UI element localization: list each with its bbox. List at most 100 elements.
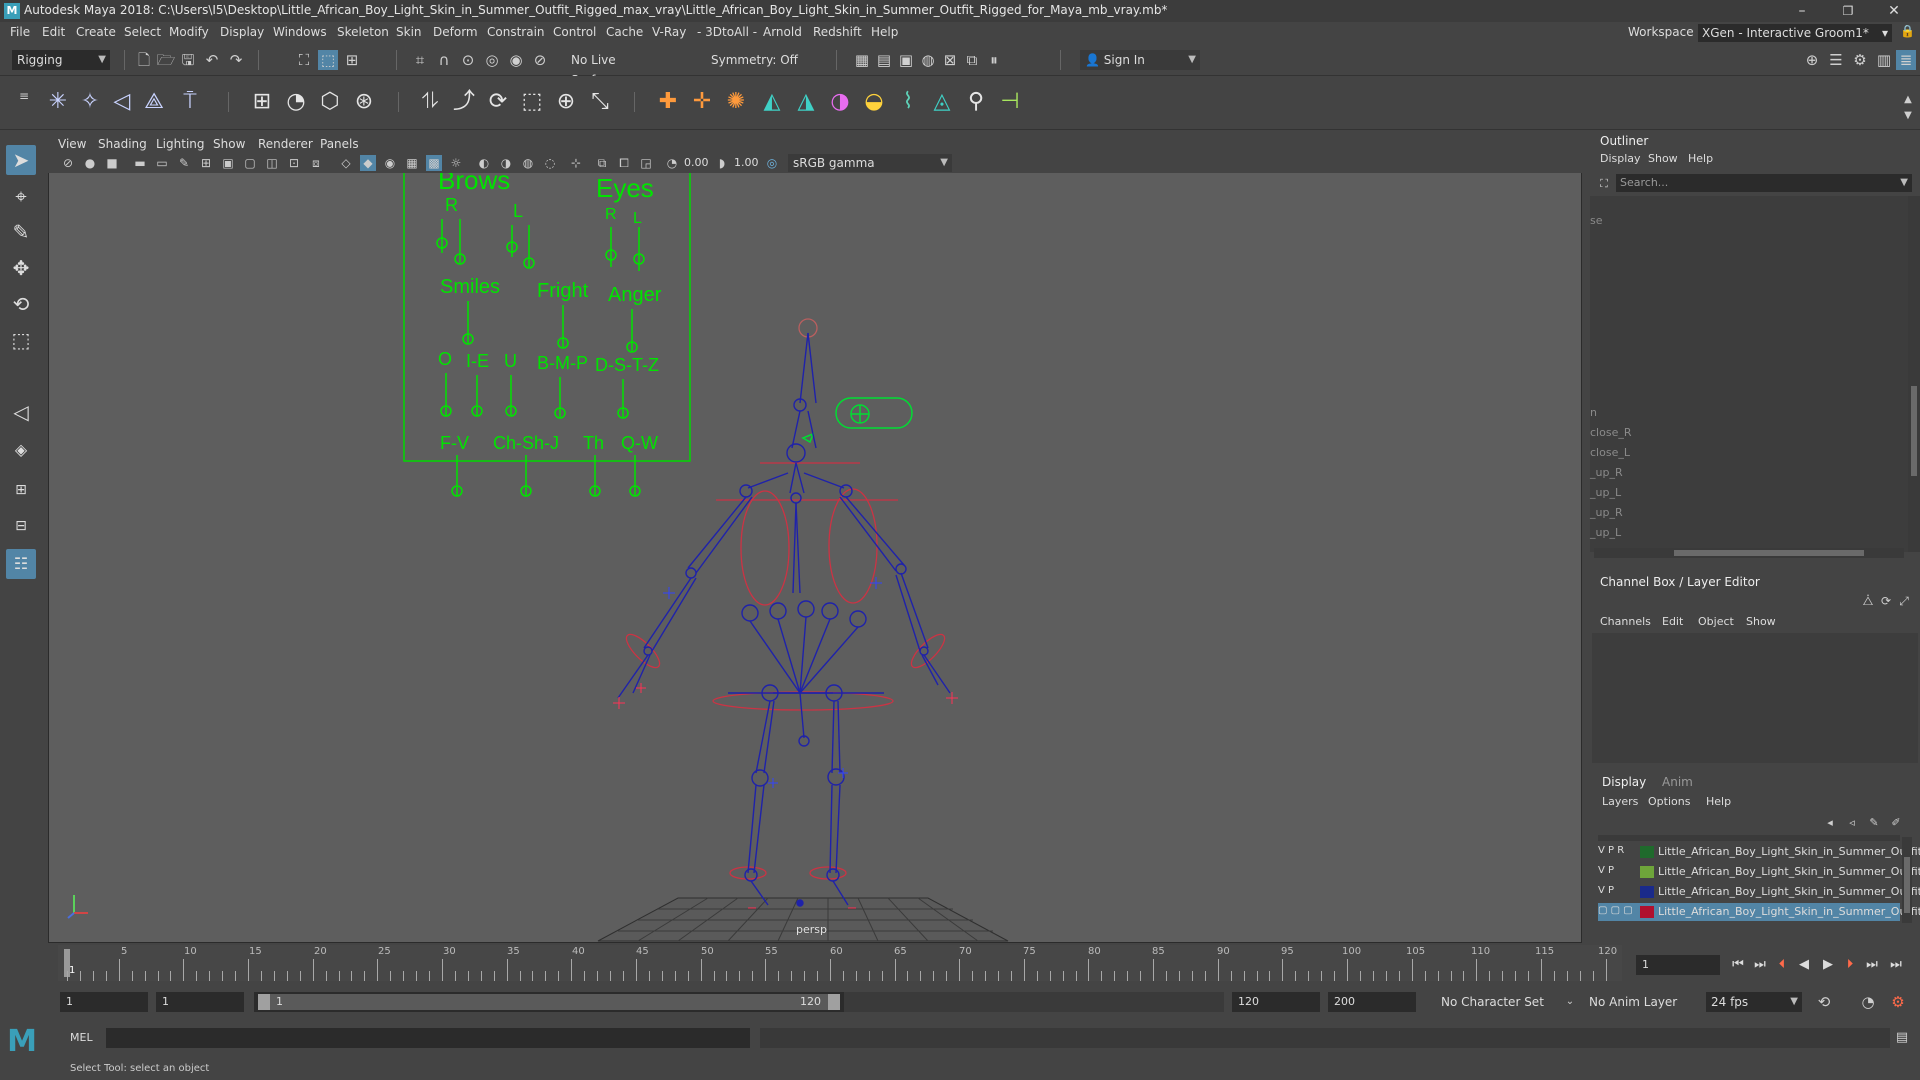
- animation-end-field[interactable]: 200: [1328, 992, 1416, 1012]
- layer-name[interactable]: Little_African_Boy_Light_Skin_in_Summer_…: [1658, 885, 1920, 898]
- outliner-list[interactable]: se n close_R close_L _up_R _up_L _up_R _…: [1590, 196, 1908, 552]
- select-object-icon[interactable]: ⬚: [318, 50, 338, 70]
- menu-arnold[interactable]: Arnold: [763, 25, 802, 39]
- new-layer-selected-icon[interactable]: ✎: [1864, 813, 1884, 833]
- menuset-dropdown[interactable]: Rigging ▼: [12, 50, 110, 70]
- two-view-layout-icon[interactable]: ⊟: [6, 511, 36, 541]
- menu-file[interactable]: File: [10, 25, 30, 39]
- menu-select[interactable]: Select: [124, 25, 161, 39]
- motion-blur-icon[interactable]: ◍: [520, 155, 536, 171]
- image-plane-icon[interactable]: ▬: [132, 155, 148, 171]
- select-hierarchy-icon[interactable]: ⛶: [294, 50, 314, 70]
- hik-custom-rig-icon[interactable]: ◬: [928, 88, 956, 116]
- minimize-button[interactable]: –: [1780, 0, 1824, 22]
- hik-character-icon[interactable]: ✛: [688, 88, 716, 116]
- xray-icon[interactable]: ▩: [426, 155, 442, 171]
- viewport-menu-view[interactable]: View: [58, 137, 86, 151]
- modeling-toolkit-icon[interactable]: ⊕: [1802, 50, 1822, 70]
- menu-skeleton[interactable]: Skeleton: [337, 25, 389, 39]
- exposure-value[interactable]: 0.00: [684, 155, 709, 171]
- loop-icon[interactable]: ⟲: [1814, 992, 1834, 1012]
- viewport-menu-shading[interactable]: Shading: [98, 137, 147, 151]
- anim-layer-dropdown[interactable]: No Anim Layer: [1584, 992, 1696, 1012]
- outliner-layout-icon[interactable]: ☷: [6, 549, 36, 579]
- snap-view-icon[interactable]: ◎: [482, 50, 502, 70]
- menu-constrain[interactable]: Constrain: [487, 25, 545, 39]
- channel-box-icon-a[interactable]: ⧊: [1858, 591, 1878, 611]
- time-slider[interactable]: 1 5 10 15 20 25 30 35 40 45 50 55 60 65 …: [48, 945, 1622, 981]
- sculpt-deformer-icon[interactable]: ◒: [860, 88, 888, 116]
- outliner-item[interactable]: _up_L: [1590, 486, 1621, 499]
- outliner-horizontal-scrollbar[interactable]: [1594, 548, 1904, 558]
- menu-create[interactable]: Create: [76, 25, 116, 39]
- four-view-layout-icon[interactable]: ⊞: [6, 475, 36, 505]
- snap-surface-icon[interactable]: ◉: [506, 50, 526, 70]
- last-tool-icon[interactable]: ◁: [6, 397, 36, 427]
- animation-preferences-icon[interactable]: ⚙: [1888, 992, 1908, 1012]
- layer-color-swatch[interactable]: [1640, 866, 1654, 878]
- menu-redshift[interactable]: Redshift: [813, 25, 862, 39]
- fps-dropdown[interactable]: 24 fps ▼: [1706, 992, 1802, 1012]
- gamma-value[interactable]: 1.00: [734, 155, 759, 171]
- textured-icon[interactable]: ▦: [404, 155, 420, 171]
- viewport-scene[interactable]: persp Brows Eyes R L R L Smiles Fright A…: [48, 173, 1582, 943]
- exposure-icon[interactable]: ◔: [664, 155, 680, 171]
- channel-list[interactable]: [1592, 633, 1918, 763]
- snap-point-icon[interactable]: ⊙: [458, 50, 478, 70]
- tab-anim[interactable]: Anim: [1662, 775, 1693, 789]
- script-editor-icon[interactable]: ▤: [1892, 1028, 1912, 1048]
- step-forward-frame-icon[interactable]: ⏵: [1840, 955, 1860, 975]
- move-tool-icon[interactable]: ✥: [6, 253, 36, 283]
- range-slider[interactable]: 1 120: [254, 992, 844, 1012]
- menu-skin[interactable]: Skin: [396, 25, 422, 39]
- sign-in-dropdown[interactable]: 👤 Sign In ▼: [1080, 50, 1200, 70]
- two-d-pan-icon[interactable]: ▭: [154, 155, 170, 171]
- symmetry-dropdown[interactable]: Symmetry: Off: [706, 50, 806, 70]
- point-constraint-icon[interactable]: ⤴: [450, 88, 478, 116]
- isolate-select-icon[interactable]: ◌: [542, 155, 558, 171]
- viewport-menu-renderer[interactable]: Renderer: [258, 137, 313, 151]
- dof-icon[interactable]: ⧠: [616, 155, 632, 171]
- paint-weights-icon[interactable]: ◔: [282, 88, 310, 116]
- render-frame-icon[interactable]: ▦: [852, 50, 872, 70]
- field-chart-icon[interactable]: ⊡: [286, 155, 302, 171]
- rotate-tool-icon[interactable]: ⟲: [6, 289, 36, 319]
- paint-select-tool-icon[interactable]: ✎: [6, 217, 36, 247]
- command-language-label[interactable]: MEL: [70, 1031, 93, 1044]
- layer-flags[interactable]: V P: [1598, 865, 1630, 876]
- xray-joints-icon[interactable]: ⊹: [568, 155, 584, 171]
- layer-name[interactable]: Little_African_Boy_Light_Skin_in_Summer_…: [1658, 845, 1920, 858]
- outliner-item[interactable]: _up_R: [1590, 466, 1623, 479]
- redo-icon[interactable]: ↷: [226, 50, 246, 70]
- joint-bones[interactable]: [617, 332, 951, 907]
- new-layer-icon[interactable]: ✐: [1886, 813, 1906, 833]
- bookmark-icon[interactable]: ■: [104, 155, 120, 171]
- outliner-menu-show[interactable]: Show: [1648, 152, 1678, 165]
- menu-help[interactable]: Help: [871, 25, 898, 39]
- hypershade-icon[interactable]: ⊠: [940, 50, 960, 70]
- tab-display[interactable]: Display: [1602, 775, 1646, 789]
- menu-modify[interactable]: Modify: [169, 25, 209, 39]
- rig-controls-red[interactable]: [622, 318, 949, 880]
- hik-definition-icon[interactable]: ◮: [792, 88, 820, 116]
- viewport-menu-panels[interactable]: Panels: [320, 137, 359, 151]
- command-input[interactable]: [106, 1028, 750, 1048]
- snap-grid-icon[interactable]: ⌗: [410, 50, 430, 70]
- outliner-item[interactable]: close_L: [1590, 446, 1630, 459]
- mirror-joint-icon[interactable]: ◁: [108, 88, 136, 116]
- camera-attributes-icon[interactable]: ●: [82, 155, 98, 171]
- outliner-menu-help[interactable]: Help: [1688, 152, 1713, 165]
- select-component-icon[interactable]: ⊞: [342, 50, 362, 70]
- outliner-filter-icon[interactable]: ⛶: [1594, 174, 1614, 194]
- maximize-button[interactable]: ❐: [1826, 0, 1870, 22]
- lasso-tool-icon[interactable]: ⌖: [6, 181, 36, 211]
- face-control-board[interactable]: Brows Eyes R L R L Smiles Fright Anger O…: [403, 173, 691, 497]
- workspace-dropdown[interactable]: XGen - Interactive Groom1* ▾: [1698, 24, 1892, 42]
- layer-name[interactable]: Little_African_Boy_Light_Skin_in_Summer_…: [1658, 865, 1920, 878]
- bind-skin-icon[interactable]: ⊞: [248, 88, 276, 116]
- layer-list-scrollbar[interactable]: [1902, 837, 1912, 923]
- scrollbar-thumb[interactable]: [1911, 386, 1917, 476]
- outliner-item[interactable]: n: [1590, 406, 1597, 419]
- menu-windows[interactable]: Windows: [273, 25, 327, 39]
- safe-action-icon[interactable]: ⧈: [308, 155, 324, 171]
